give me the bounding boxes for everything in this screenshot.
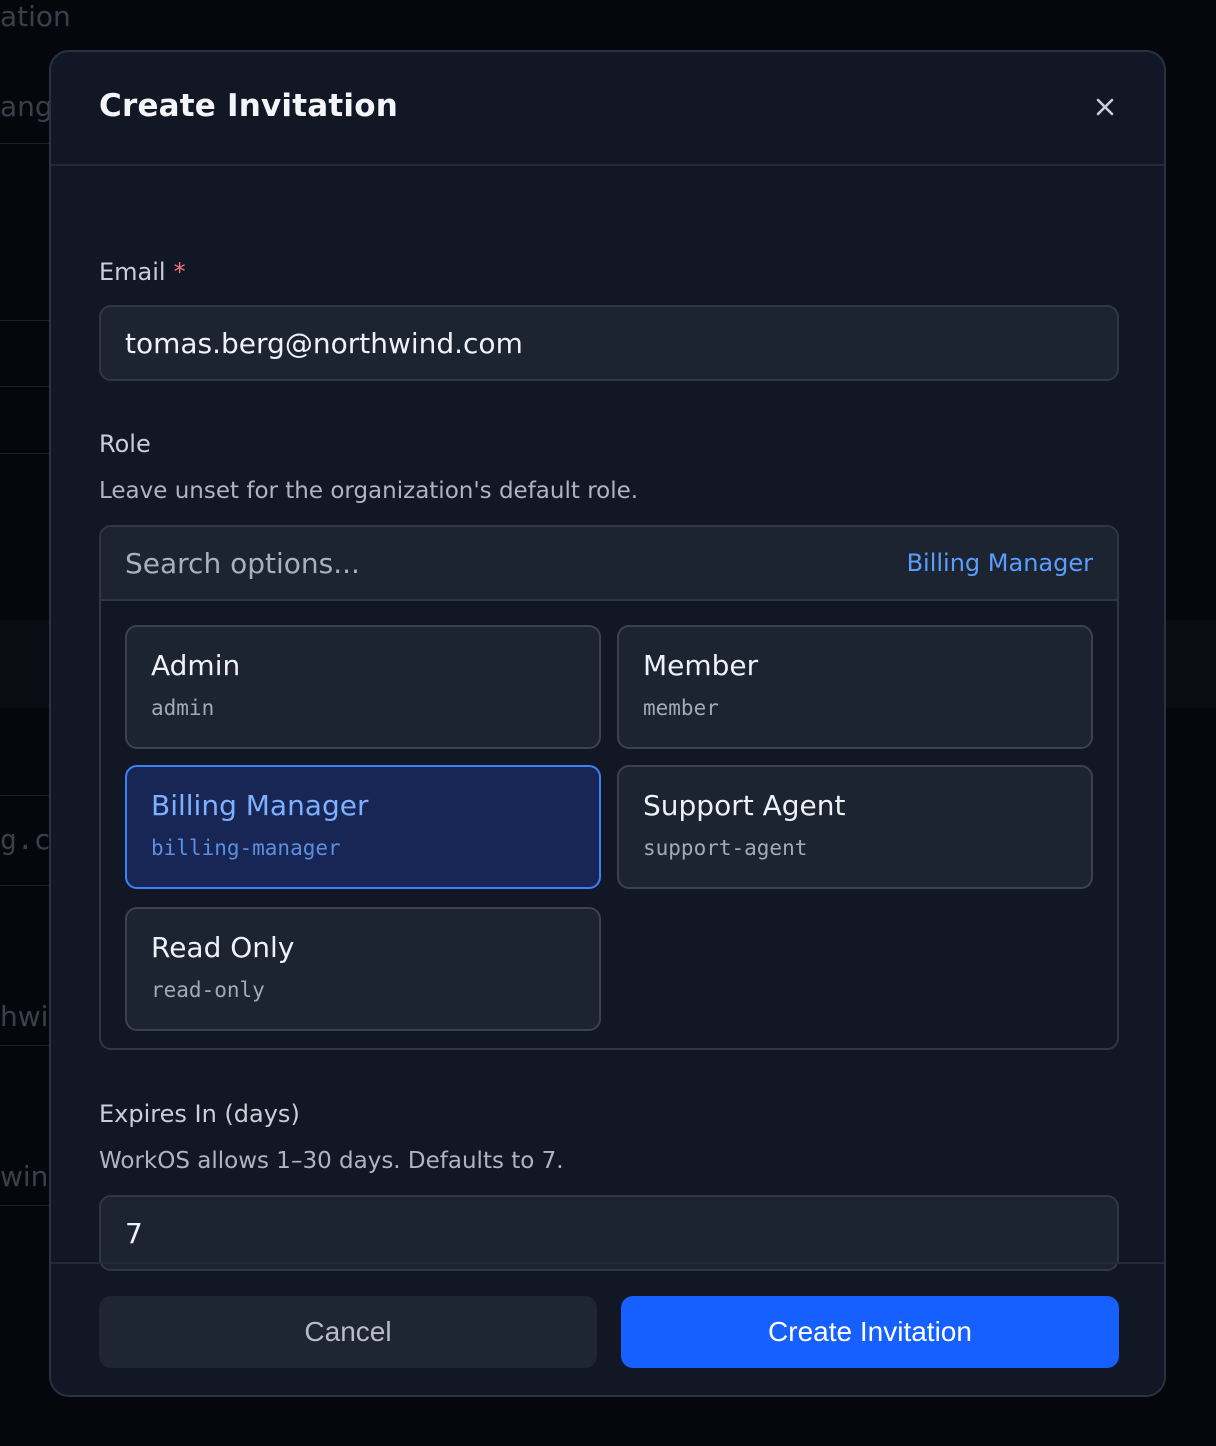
role-option-billing-manager[interactable]: Billing Manager billing-manager — [125, 765, 601, 889]
role-option-name: Member — [643, 649, 759, 682]
role-label: Role — [99, 430, 151, 458]
role-option-slug: member — [643, 696, 719, 720]
role-option-support-agent[interactable]: Support Agent support-agent — [617, 765, 1093, 889]
role-option-member[interactable]: Member member — [617, 625, 1093, 749]
create-invitation-button[interactable]: Create Invitation — [621, 1296, 1119, 1368]
role-search-input[interactable]: Search options... Billing Manager — [101, 527, 1117, 601]
role-option-name: Billing Manager — [151, 789, 369, 822]
email-field-value: tomas.berg@northwind.com — [125, 326, 523, 360]
role-option-admin[interactable]: Admin admin — [125, 625, 601, 749]
role-option-name: Support Agent — [643, 789, 846, 822]
role-option-slug: read-only — [151, 978, 265, 1002]
role-option-slug: support-agent — [643, 836, 808, 860]
cancel-button[interactable]: Cancel — [99, 1296, 597, 1368]
expires-days-field[interactable]: 7 — [99, 1195, 1119, 1271]
required-marker: * — [173, 258, 186, 286]
email-field[interactable]: tomas.berg@northwind.com — [99, 305, 1119, 381]
role-option-slug: billing-manager — [151, 836, 341, 860]
dialog-header: Create Invitation — [51, 52, 1164, 166]
dialog-footer: Cancel Create Invitation — [51, 1262, 1164, 1395]
dialog-title: Create Invitation — [99, 88, 399, 124]
role-selected-value: Billing Manager — [906, 549, 1093, 577]
role-combobox: Search options... Billing Manager Admin … — [99, 525, 1119, 1050]
close-icon — [1096, 98, 1114, 116]
expires-helper-text: WorkOS allows 1–30 days. Defaults to 7. — [99, 1148, 564, 1174]
role-option-name: Admin — [151, 649, 241, 682]
role-option-name: Read Only — [151, 931, 295, 964]
expires-days-value: 7 — [125, 1216, 143, 1250]
background-text-fragment: ation — [0, 0, 71, 33]
email-label-text: Email — [99, 258, 166, 286]
expires-label: Expires In (days) — [99, 1100, 300, 1128]
role-search-placeholder: Search options... — [125, 546, 360, 580]
email-label: Email * — [99, 258, 186, 286]
role-option-read-only[interactable]: Read Only read-only — [125, 907, 601, 1031]
role-option-slug: admin — [151, 696, 215, 720]
close-button[interactable] — [1090, 92, 1120, 122]
role-helper-text: Leave unset for the organization's defau… — [99, 478, 639, 504]
create-invitation-dialog: Create Invitation Email * tomas.berg@nort… — [49, 50, 1166, 1397]
